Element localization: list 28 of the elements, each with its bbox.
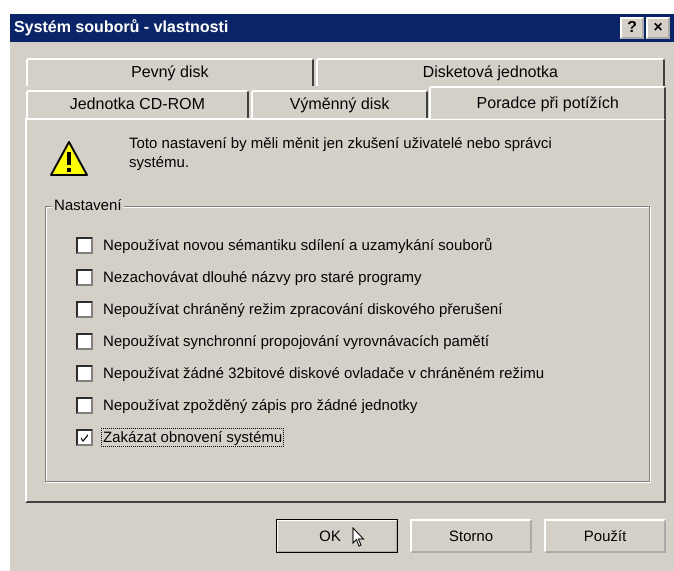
checkbox-label[interactable]: Nepoužívat novou sémantiku sdílení a uzamykání souborů [101, 236, 494, 254]
dialog-button[interactable]: Použít [544, 519, 666, 553]
tab[interactable]: Pevný disk [26, 58, 314, 86]
checkbox[interactable] [76, 364, 93, 382]
close-button[interactable]: × [646, 17, 670, 39]
checkbox-label[interactable]: Nepoužívat synchronní propojování vyrovnávacích pamětí [101, 332, 492, 350]
dialog-button[interactable]: OK [276, 519, 398, 553]
checkbox[interactable] [76, 268, 93, 286]
checkbox[interactable] [76, 332, 93, 350]
checkbox-label[interactable]: Nepoužívat zpožděný zápis pro žádné jednotky [101, 396, 420, 414]
checkbox[interactable] [76, 236, 93, 254]
checkbox-label[interactable]: Nepoužívat žádné 32bitové diskové ovladače v chráněném režimu [101, 364, 546, 382]
checkbox-label[interactable]: Nezachovávat dlouhé názvy pro staré programy [101, 268, 424, 286]
tab[interactable]: Poradce při potížích [429, 86, 666, 119]
warning-text: Toto nastavení by měli měnit jen zkušení uživatelé nebo správci systému. [129, 134, 553, 172]
checkbox[interactable] [76, 300, 93, 318]
dialog-button[interactable]: Storno [410, 519, 532, 553]
tab[interactable]: Jednotka CD-ROM [26, 90, 249, 118]
checkbox[interactable] [76, 428, 93, 446]
cursor-icon [352, 527, 365, 548]
checkbox-label[interactable]: Zakázat obnovení systému [101, 428, 284, 446]
tab[interactable]: Disketová jednotka [316, 58, 665, 86]
help-button[interactable]: ? [620, 17, 644, 39]
window-title: Systém souborů - vlastnosti [14, 19, 228, 37]
checkbox-label[interactable]: Nepoužívat chráněný režim zpracování diskového přerušení [101, 300, 504, 318]
tab[interactable]: Výměnný disk [250, 90, 428, 118]
warning-icon [49, 140, 89, 178]
checkbox[interactable] [76, 396, 93, 414]
